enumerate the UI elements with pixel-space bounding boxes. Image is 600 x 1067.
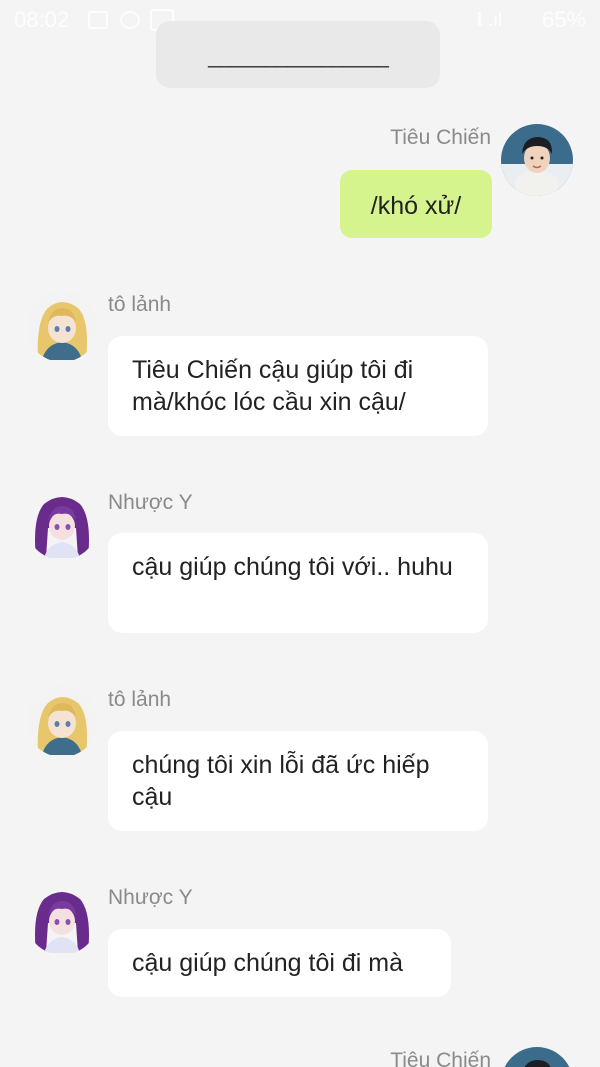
avatar-nhuoc-y[interactable] xyxy=(26,883,98,955)
eye-icon xyxy=(120,11,140,29)
avatar-blonde-icon xyxy=(26,685,98,757)
avatar-purple-icon xyxy=(26,883,98,955)
message-bubble[interactable]: Tiêu Chiến cậu giúp tôi đi mà/khóc lóc c… xyxy=(108,336,488,436)
chat-screen: 08:02 ℹ .ıl 65% ________________ Tiêu Ch… xyxy=(0,0,600,1067)
battery-level: 65% xyxy=(541,7,586,32)
avatar-purple-icon xyxy=(26,488,98,560)
sender-name: tô lảnh xyxy=(108,293,172,316)
gallery-icon xyxy=(88,11,108,29)
system-message: ________________ xyxy=(156,21,440,88)
avatar-to-lanh[interactable] xyxy=(26,685,98,757)
message-bubble[interactable]: cậu giúp chúng tôi đi mà xyxy=(108,929,451,997)
sender-name: Nhược Y xyxy=(108,491,193,514)
avatar-blonde-icon xyxy=(26,290,98,362)
sender-name: Tiêu Chiến xyxy=(390,1049,491,1067)
signal-icon: ℹ .ıl xyxy=(476,10,502,30)
avatar-boy-icon xyxy=(501,1047,573,1067)
message-bubble[interactable]: chúng tôi xin lỗi đã ức hiếp cậu xyxy=(108,731,488,831)
message-bubble[interactable]: cậu giúp chúng tôi với.. huhu xyxy=(108,533,488,633)
status-time: 08:02 xyxy=(14,7,70,32)
sender-name: tô lảnh xyxy=(108,688,172,711)
avatar-to-lanh[interactable] xyxy=(26,290,98,362)
avatar-tieu-chien[interactable] xyxy=(501,1047,573,1067)
avatar-nhuoc-y[interactable] xyxy=(26,488,98,560)
avatar-boy-icon xyxy=(501,124,573,196)
avatar-tieu-chien[interactable] xyxy=(501,124,573,196)
sender-name: Tiêu Chiến xyxy=(390,126,491,149)
message-bubble-me[interactable]: /khó xử/ xyxy=(340,170,492,238)
sender-name: Nhược Y xyxy=(108,886,193,909)
